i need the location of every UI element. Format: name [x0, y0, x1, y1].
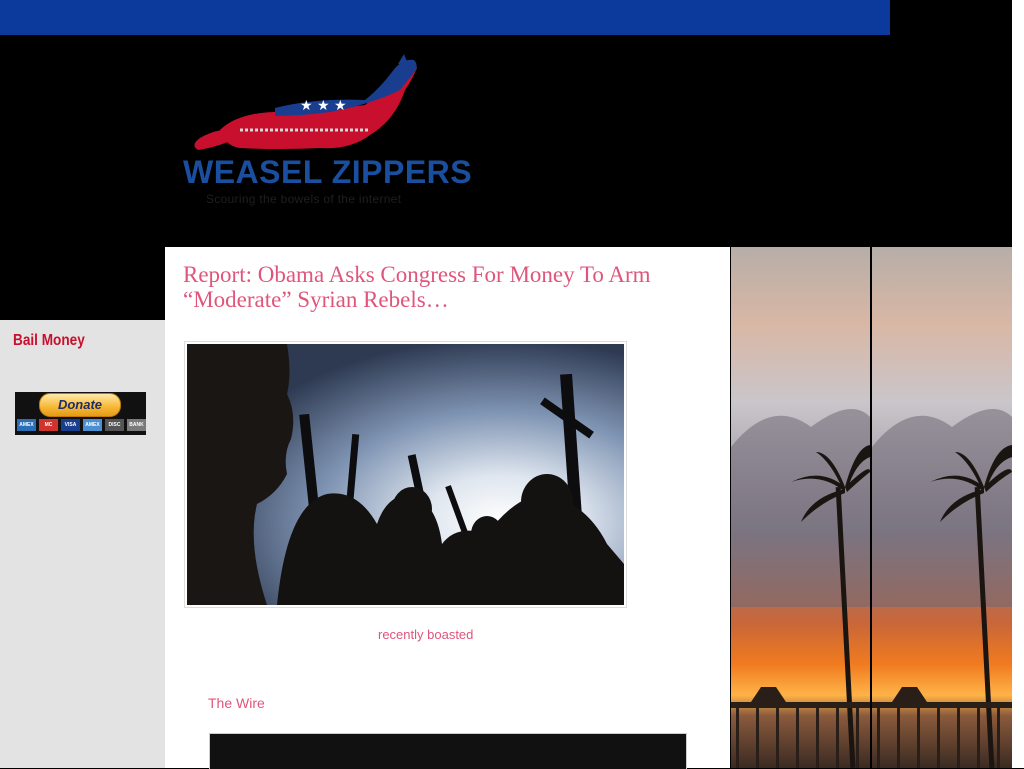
card-icon: MC	[39, 419, 58, 431]
card-icon: BANK	[127, 419, 146, 431]
brand-tagline: Scouring the bowels of the internet	[206, 192, 402, 206]
sidebar-heading: Bail Money	[13, 332, 85, 349]
page-gutter	[1012, 0, 1024, 768]
donate-button[interactable]: Donate AMEX MC VISA AMEX DISC BANK	[15, 392, 146, 435]
brand-name[interactable]: WEASEL ZIPPERS	[183, 154, 472, 191]
card-icon: VISA	[61, 419, 80, 431]
left-sidebar	[0, 320, 165, 768]
recently-boasted-link[interactable]: recently boasted	[378, 627, 473, 642]
post-image[interactable]	[184, 341, 627, 608]
background-image-panel	[872, 247, 1012, 768]
wire-widget	[209, 733, 687, 769]
site-header	[0, 35, 1012, 247]
card-icon: AMEX	[17, 419, 36, 431]
the-wire-heading: The Wire	[208, 695, 265, 711]
card-icon: AMEX	[83, 419, 102, 431]
svg-text:★ ★ ★: ★ ★ ★	[300, 98, 347, 114]
top-nav-bar	[0, 0, 890, 35]
card-icon: DISC	[105, 419, 124, 431]
post-title-link[interactable]: Report: Obama Asks Congress For Money To…	[183, 262, 703, 312]
background-image-panel	[731, 247, 870, 768]
donate-label: Donate	[39, 393, 121, 417]
payment-cards: AMEX MC VISA AMEX DISC BANK	[17, 419, 146, 431]
